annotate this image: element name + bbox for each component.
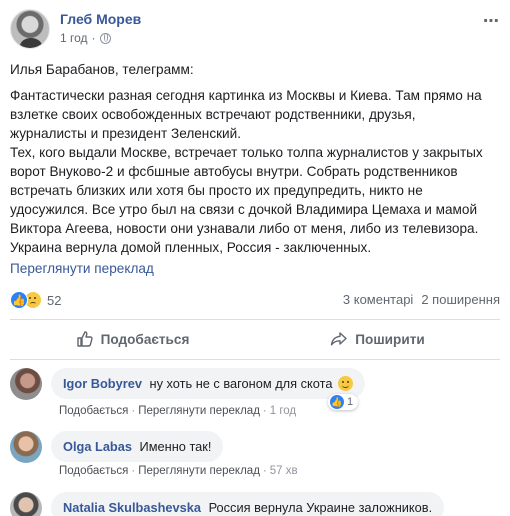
post-meta: 1 год · [60,31,111,45]
like-reaction-icon: 👍 [330,395,344,409]
comment-text: Именно так! [139,439,212,454]
share-button[interactable]: Поширити [255,322,500,356]
commenter-avatar[interactable] [10,492,42,516]
post-actions: Подобається Поширити [10,322,500,356]
post-lead: Илья Барабанов, телеграмм: [10,62,194,77]
comments-count[interactable]: 3 коментарі [343,292,413,307]
post-line: журналисты и президент Зеленский. [10,126,242,141]
comment-text: ну хоть не с вагоном для скота [149,376,333,391]
share-button-label: Поширити [355,331,425,347]
comment-like-link[interactable]: Подобається [59,405,128,417]
like-button[interactable]: Подобається [10,322,255,356]
comment-bubble: Olga Labas Именно так! [51,431,224,462]
post-line: взлетке своих освобожденных встречают ро… [10,107,416,122]
comment-bubble: Natalia Skulbashevska Россия вернула Укр… [51,492,445,516]
author-name[interactable]: Глеб Морев [60,11,141,27]
smile-emoji-icon [338,376,353,391]
comment-reaction-count: 1 [347,396,354,408]
divider [10,319,500,320]
post-line: встречать близких или хотя бы просто их … [10,183,423,198]
comment-actions: Подобається · Переглянути переклад · 1 год [59,405,297,417]
post-line: Виктора Агеева, новости они узнавали либ… [10,221,479,236]
comment-reaction-badge[interactable]: 👍 1 [328,394,359,410]
meta-separator: · [91,31,96,45]
reactions-summary[interactable]: 👍 52 [10,290,61,310]
commenter-avatar[interactable] [10,431,42,463]
author-avatar[interactable] [10,9,50,49]
post-line: Украина вернула домой пленных, Россия - … [10,240,372,255]
reactions-count: 52 [47,292,62,308]
more-options-icon[interactable]: ⋯ [483,11,500,31]
post-time[interactable]: 1 год [60,31,88,45]
post-line: Фантастически разная сегодня картинка из… [10,88,482,103]
like-button-label: Подобається [100,331,190,347]
comment-actions: Подобається · Переглянути переклад · 57 хв [59,465,298,477]
commenter-name[interactable]: Olga Labas [63,439,132,454]
commenter-name[interactable]: Igor Bobyrev [63,376,142,391]
see-translation-link[interactable]: Переглянути переклад [10,261,154,276]
comment-time[interactable]: 1 год [270,405,296,417]
share-arrow-icon [331,332,347,346]
comment-bubble: Igor Bobyrev ну хоть не с вагоном для ск… [51,368,365,399]
engagement-counts: 3 коментарі 2 поширення [343,292,500,307]
divider [10,359,500,360]
shares-count[interactable]: 2 поширення [421,292,500,307]
comment-text: Россия вернула Украине заложников. [208,500,433,515]
post-header: Глеб Морев 1 год · ⋯ [10,9,500,51]
thumbs-up-icon [76,331,93,347]
comment-like-link[interactable]: Подобається [59,465,128,477]
commenter-avatar[interactable] [10,368,42,400]
post-text: Илья Барабанов, телеграмм: Фантастически… [10,60,502,257]
globe-icon [99,32,111,44]
comment-translate-link[interactable]: Переглянути переклад [138,465,260,477]
post-line: ворот Внуково-2 и фсбшные автобусы внутр… [10,164,458,179]
comment-time[interactable]: 57 хв [270,465,298,477]
commenter-name[interactable]: Natalia Skulbashevska [63,500,201,515]
like-reaction-icon: 👍 [10,291,28,309]
post-line: Тех, кого выдали Москве, встречает тольк… [10,145,483,160]
post-line: удосужился. Все утро был на связи с дочк… [10,202,478,217]
comment-translate-link[interactable]: Переглянути переклад [138,405,260,417]
